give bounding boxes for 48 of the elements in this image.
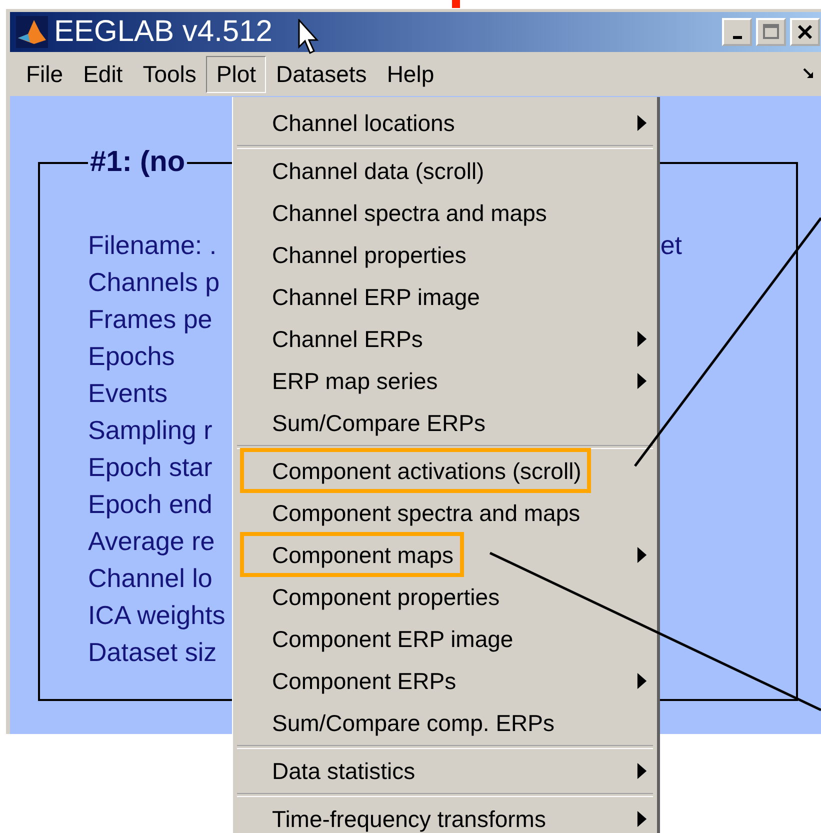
menu-item[interactable]: Channel data (scroll) <box>233 150 657 192</box>
dock-arrow-icon[interactable] <box>802 67 816 81</box>
minimize-button[interactable] <box>722 18 752 46</box>
menu-item[interactable]: Channel locations <box>233 102 657 144</box>
info-label: ICA weights <box>88 600 226 631</box>
info-label: Filename: . <box>88 230 217 261</box>
menu-item[interactable]: Component activations (scroll) <box>233 450 657 492</box>
menu-item[interactable]: Component maps <box>233 534 657 576</box>
info-label: Frames pe <box>88 304 212 335</box>
close-icon <box>795 22 815 42</box>
info-label: Epochs <box>88 341 175 372</box>
info-label: Channel lo <box>88 563 212 594</box>
peak-icon <box>16 16 48 48</box>
info-value: et <box>660 230 682 261</box>
menu-item[interactable]: Channel ERPs <box>233 318 657 360</box>
info-label: Dataset siz <box>88 637 217 668</box>
menu-item[interactable]: Channel ERP image <box>233 276 657 318</box>
menu-item[interactable]: Data statistics <box>233 750 657 792</box>
minimize-icon <box>732 36 742 38</box>
menu-item[interactable]: Datasets <box>266 56 377 92</box>
panel-title: #1: (no <box>89 148 186 177</box>
menu-item[interactable]: Sum/Compare comp. ERPs <box>233 702 657 744</box>
menu-item[interactable]: Time-frequency transforms <box>233 798 657 833</box>
annotation-mark <box>452 0 460 8</box>
menu-item[interactable]: Component properties <box>233 576 657 618</box>
cursor-icon <box>298 19 320 55</box>
menu-item[interactable]: Edit <box>73 56 133 92</box>
maximize-button[interactable] <box>756 18 786 46</box>
menu-item[interactable]: Help <box>376 56 444 92</box>
info-label: Epoch end <box>88 489 212 520</box>
menu-item[interactable]: File <box>16 56 74 92</box>
info-label: Average re <box>88 526 215 557</box>
menu-item[interactable]: Channel properties <box>233 234 657 276</box>
info-label: Sampling r <box>88 415 212 446</box>
menu-item[interactable]: Channel spectra and maps <box>233 192 657 234</box>
maximize-icon <box>761 22 781 42</box>
info-label: Epoch star <box>88 452 212 483</box>
menu-item[interactable]: Sum/Compare ERPs <box>233 402 657 444</box>
info-label: Events <box>88 378 168 409</box>
menu-item[interactable]: Component ERPs <box>233 660 657 702</box>
info-label: Channels p <box>88 267 220 298</box>
window-title: EEGLAB v4.512 <box>54 15 272 49</box>
menu-item[interactable]: Plot <box>206 56 266 92</box>
close-button[interactable] <box>790 18 820 46</box>
menu-item[interactable]: ERP map series <box>233 360 657 402</box>
menu-item[interactable]: Component ERP image <box>233 618 657 660</box>
menu-item[interactable]: Tools <box>132 56 206 92</box>
menu-item[interactable]: Component spectra and maps <box>233 492 657 534</box>
